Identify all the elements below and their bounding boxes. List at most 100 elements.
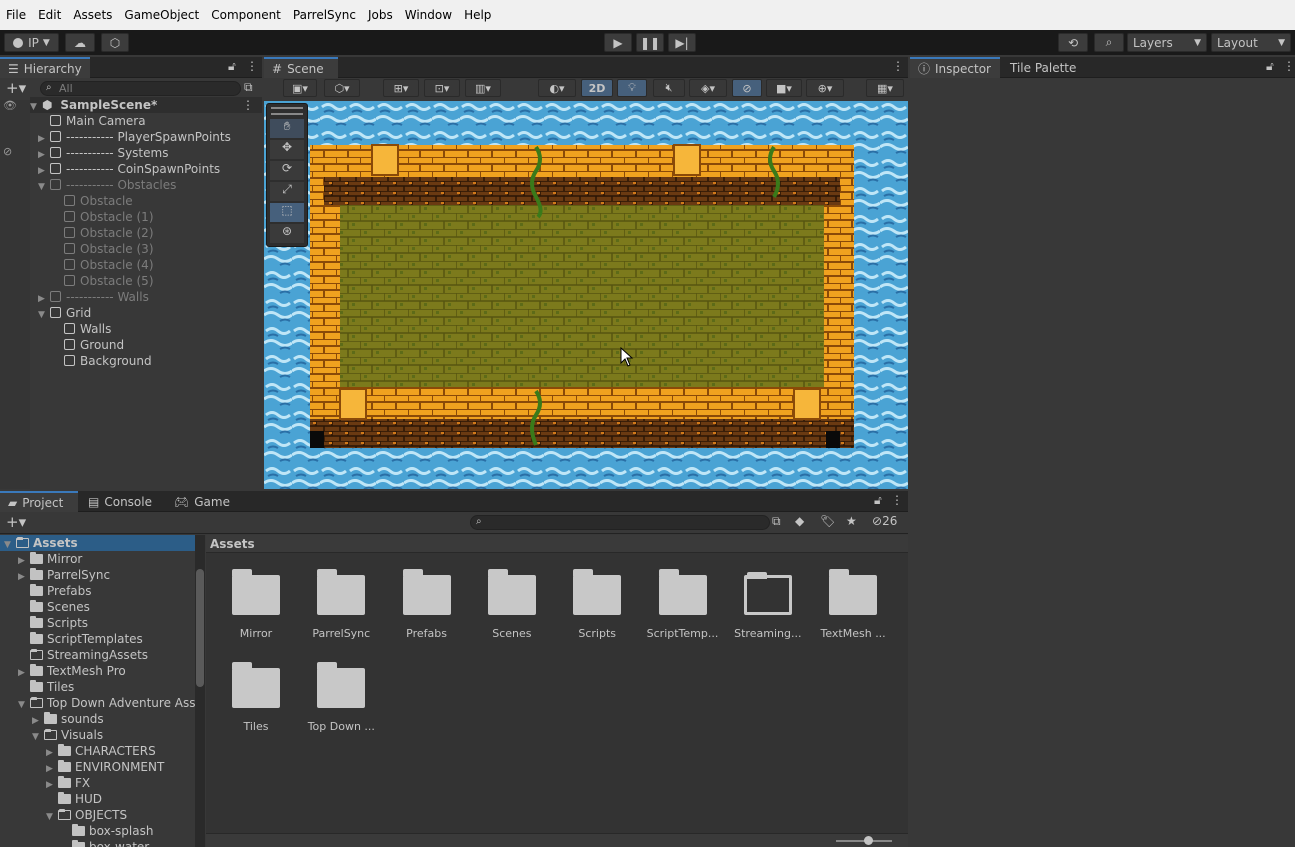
camera-dropdown[interactable]: ■▾ [766,79,802,97]
menu-window[interactable]: Window [399,0,458,30]
project-folder-item[interactable]: ▼ OBJECTS [0,807,195,823]
asset-folder[interactable]: Top Down ... [301,662,381,733]
move-tool-button[interactable]: ✥ [270,140,304,159]
project-search-input[interactable]: ⌕ [470,515,770,530]
play-button[interactable]: ▶ [604,33,632,52]
zoom-slider-thumb[interactable] [864,836,873,845]
hierarchy-item[interactable]: Obstacle (5) [52,273,154,289]
hierarchy-item[interactable]: Walls [52,321,111,337]
project-folder-item[interactable]: StreamingAssets [0,647,195,663]
more-menu-icon[interactable]: ⋮ [892,59,904,73]
grid-visibility-dropdown[interactable]: ▥▾ [465,79,501,97]
increment-snap-dropdown[interactable]: ⊡▾ [424,79,460,97]
hand-tool-button[interactable]: ✋︎ [270,119,304,138]
search-button[interactable]: ⌕ [1094,33,1124,52]
hierarchy-search-input[interactable]: ⌕ All [40,81,241,96]
project-folder-item[interactable]: box-water [0,839,195,847]
project-folder-item[interactable]: HUD [0,791,195,807]
layout-dropdown[interactable]: Layout ▼ [1211,33,1291,52]
add-button[interactable]: +▾ [6,79,26,97]
scene-visibility-icon[interactable]: ⧉ [244,80,253,95]
hierarchy-item[interactable]: ▶ ----------- PlayerSpawnPoints [38,129,231,145]
drag-handle-icon[interactable] [271,107,303,115]
grid-snap-dropdown[interactable]: ⊞▾ [383,79,419,97]
project-folder-item[interactable]: ▶ sounds [0,711,195,727]
rect-tool-button[interactable]: ⬚ [270,203,304,222]
project-folder-item[interactable]: ▶ ENVIRONMENT [0,759,195,775]
lock-icon[interactable]: 🔓︎ [1266,59,1274,74]
expand-arrow-icon[interactable]: ▼ [38,179,50,195]
asset-folder[interactable]: Tiles [216,662,296,733]
collab-button[interactable]: ⬡ [101,33,129,52]
project-folder-item[interactable]: ▶ ParrelSync [0,567,195,583]
menu-edit[interactable]: Edit [32,0,67,30]
more-menu-icon[interactable]: ⋮ [891,493,903,507]
history-button[interactable]: ⟲ [1058,33,1088,52]
asset-folder[interactable]: Prefabs [387,569,467,640]
cloud-button[interactable]: ☁ [65,33,95,52]
asset-folder[interactable]: Streaming... [728,572,808,640]
scale-tool-button[interactable]: ⤢ [270,182,304,201]
asset-folder[interactable]: TextMesh ... [813,569,893,640]
hierarchy-item[interactable]: Main Camera [38,113,146,129]
effects-dropdown[interactable]: ◈▾ [689,79,727,97]
project-folder-item[interactable]: ▶ Mirror [0,551,195,567]
project-folder-item[interactable]: Scenes [0,599,195,615]
hierarchy-item[interactable]: Obstacle (3) [52,241,154,257]
account-dropdown[interactable]: IP ▼ [4,33,59,52]
transform-tool-button[interactable]: ⊛ [270,224,304,243]
eye-icon[interactable]: 👁︎ [3,99,17,112]
project-folder-item[interactable]: Scripts [0,615,195,631]
tree-scrollbar-thumb[interactable] [196,569,204,687]
expand-arrow-icon[interactable]: ▼ [38,307,50,323]
lighting-toggle[interactable]: 💡︎ [617,79,647,97]
hierarchy-item[interactable]: ▶ ----------- CoinSpawnPoints [38,161,220,177]
rotate-tool-button[interactable]: ⟳ [270,161,304,180]
menu-file[interactable]: File [0,0,32,30]
project-folder-item[interactable]: box-splash [0,823,195,839]
pause-button[interactable]: ❚❚ [636,33,664,52]
tab-inspector[interactable]: ⓘ Inspector [910,57,1000,78]
shading-mode-dropdown[interactable]: ◐▾ [538,79,576,97]
audio-toggle[interactable]: 🔇︎ [653,79,685,97]
tab-project[interactable]: ▰ Project [0,491,78,512]
hierarchy-item[interactable]: ▼ Grid [38,305,91,321]
tree-scrollbar[interactable] [195,535,205,847]
step-button[interactable]: ▶| [668,33,696,52]
create-button[interactable]: +▾ [6,513,26,531]
favorite-star-icon[interactable]: ★ [846,514,857,528]
menu-gameobject[interactable]: GameObject [118,0,205,30]
asset-folder[interactable]: Mirror [216,569,296,640]
menu-assets[interactable]: Assets [67,0,118,30]
draw-mode-dropdown[interactable]: ▣▾ [283,79,317,97]
menu-component[interactable]: Component [205,0,287,30]
project-folder-item[interactable]: Tiles [0,679,195,695]
scene-menu-icon[interactable]: ⋮ [242,97,254,113]
gizmos-dropdown[interactable]: ⊕▾ [806,79,844,97]
project-folder-item[interactable]: ▶ FX [0,775,195,791]
render-mode-dropdown[interactable]: ⬡▾ [324,79,360,97]
hierarchy-item[interactable]: ▼ ----------- Obstacles [38,177,176,193]
filter-type-icon[interactable]: ◆ [795,514,804,528]
asset-folder[interactable]: ParrelSync [301,569,381,640]
lock-icon[interactable]: 🔓︎ [874,493,882,508]
asset-folder[interactable]: Scenes [472,569,552,640]
project-folder-item[interactable]: ▼ Assets [0,535,195,551]
menu-parrelsync[interactable]: ParrelSync [287,0,362,30]
tab-hierarchy[interactable]: ☰ Hierarchy [0,57,90,78]
more-menu-icon[interactable]: ⋮ [246,59,258,73]
eye-slash-icon[interactable]: ⊘ [3,145,12,158]
tab-tile-palette[interactable]: Tile Palette [1002,57,1098,78]
hidden-packages-toggle[interactable]: ⊘26 [872,514,897,528]
scene-header-row[interactable]: ▼ ⬢ SampleScene* ⋮ [30,97,262,113]
asset-folder[interactable]: ScriptTemp... [643,569,723,640]
label-tag-icon[interactable]: 🏷︎ [820,514,835,528]
menu-jobs[interactable]: Jobs [362,0,399,30]
tab-console[interactable]: ▤ Console [80,491,160,512]
hierarchy-item[interactable]: Obstacle [52,193,133,209]
hierarchy-item[interactable]: Obstacle (1) [52,209,154,225]
hierarchy-item[interactable]: Obstacle (4) [52,257,154,273]
hierarchy-item[interactable]: ▶ ----------- Walls [38,289,149,305]
2d-mode-toggle[interactable]: 2D [581,79,613,97]
hierarchy-item[interactable]: Background [52,353,152,369]
